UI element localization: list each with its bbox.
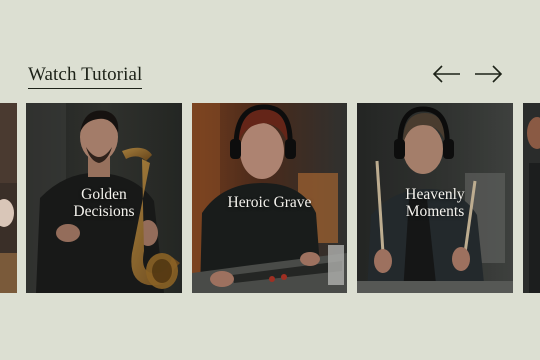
tutorial-card[interactable]: Heavenly Moments xyxy=(357,103,513,293)
partial-photo-right xyxy=(523,103,540,293)
carousel-prev-button[interactable] xyxy=(432,62,462,86)
card-title: Heroic Grave xyxy=(227,193,312,211)
card-title: Heavenly Moments xyxy=(405,186,465,220)
carousel-card-partial-left[interactable] xyxy=(0,103,17,293)
partial-photo-left xyxy=(0,103,17,293)
arrow-right-icon xyxy=(475,65,503,83)
arrow-left-icon xyxy=(432,65,460,83)
carousel-card-partial-right[interactable] xyxy=(523,103,540,293)
tutorial-card[interactable]: Golden Decisions xyxy=(26,103,182,293)
section-title: Watch Tutorial xyxy=(28,64,143,89)
tutorial-card[interactable]: Heroic Grave xyxy=(192,103,347,293)
tutorial-carousel-section: Watch Tutorial Golden Decisions Heroic G… xyxy=(0,0,540,360)
carousel-next-button[interactable] xyxy=(473,62,503,86)
card-title: Golden Decisions xyxy=(73,186,135,220)
